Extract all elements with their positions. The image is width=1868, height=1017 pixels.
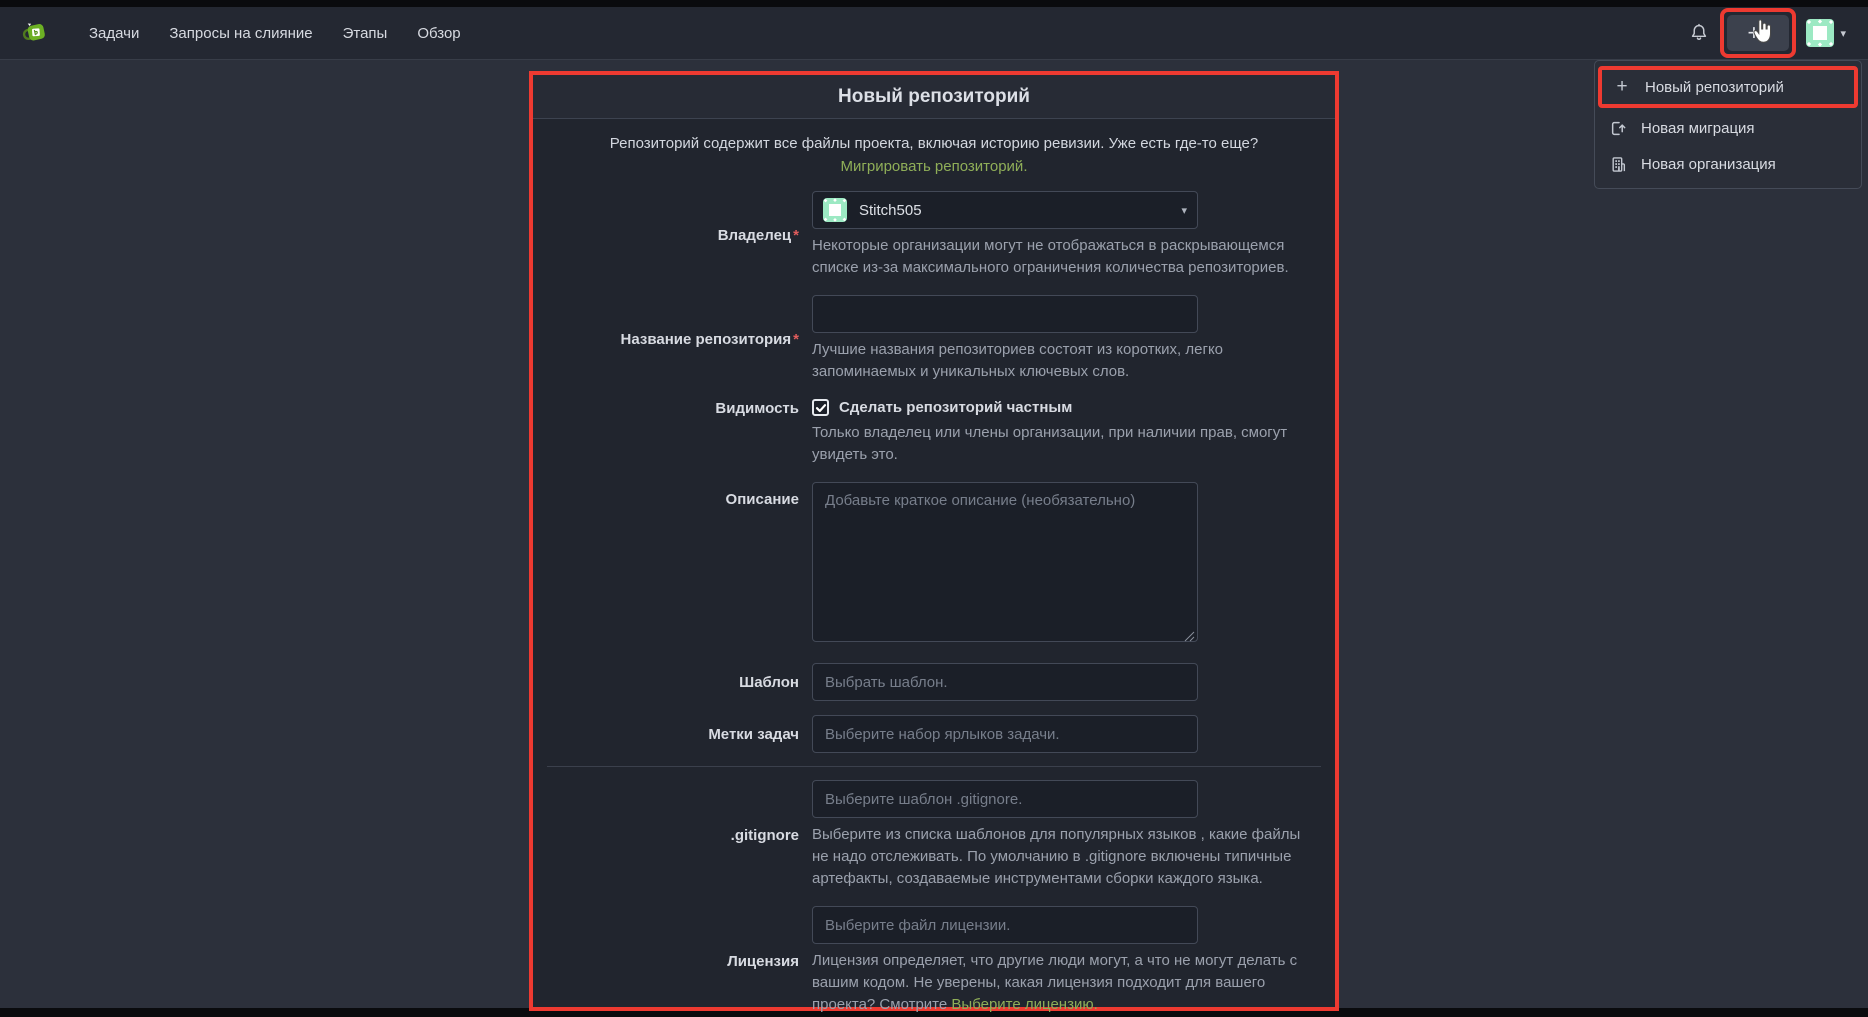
intro-text-static: Репозиторий содержит все файлы проекта, … <box>610 135 1258 152</box>
organization-icon <box>1609 155 1627 173</box>
new-repository-panel: Новый репозиторий Репозиторий содержит в… <box>533 75 1335 1007</box>
page-title: Новый репозиторий <box>838 86 1030 108</box>
annotation-box-form: Новый репозиторий Репозиторий содержит в… <box>529 71 1339 1011</box>
gitignore-input[interactable] <box>812 780 1198 818</box>
owner-avatar <box>823 198 847 222</box>
user-avatar[interactable] <box>1806 19 1834 47</box>
gitignore-help-text: Выберите из списка шаблонов для популярн… <box>812 824 1312 890</box>
annotation-box-plus-button: + ▾ <box>1720 8 1796 58</box>
menu-item-new-migration[interactable]: Новая миграция <box>1595 110 1861 146</box>
panel-body: Репозиторий содержит все файлы проекта, … <box>533 119 1335 1017</box>
repo-name-input[interactable] <box>812 295 1198 333</box>
required-asterisk: * <box>793 331 799 348</box>
description-label: Описание <box>547 482 812 508</box>
template-input[interactable] <box>812 663 1198 701</box>
license-input[interactable] <box>812 906 1198 944</box>
owner-row: Владелец* <box>533 191 1335 279</box>
nav-item-issues[interactable]: Задачи <box>74 7 154 60</box>
nav-item-milestones[interactable]: Этапы <box>328 7 403 60</box>
section-divider <box>547 766 1321 767</box>
annotation-box-menu-item: + Новый репозиторий <box>1598 66 1858 108</box>
menu-item-label: Новая организация <box>1641 156 1776 173</box>
gitea-logo-icon[interactable] <box>20 18 50 48</box>
gitignore-row: .gitignore Выберите из списка шаблонов д… <box>533 780 1335 890</box>
navbar: Задачи Запросы на слияние Этапы Обзор + … <box>0 7 1868 60</box>
template-row: Шаблон <box>533 663 1335 701</box>
license-row: Лицензия Лицензия определяет, что другие… <box>533 906 1335 1016</box>
visibility-help-text: Только владелец или члены организации, п… <box>812 422 1312 466</box>
private-checkbox-label[interactable]: Сделать репозиторий частным <box>839 399 1072 416</box>
menu-item-new-repository[interactable]: + Новый репозиторий <box>1602 70 1854 104</box>
nav-item-explore[interactable]: Обзор <box>402 7 475 60</box>
notifications-bell-icon[interactable] <box>1688 22 1710 44</box>
template-label: Шаблон <box>547 674 812 691</box>
owner-label: Владелец* <box>547 227 812 244</box>
menu-item-label: Новая миграция <box>1641 120 1755 137</box>
menu-item-new-organization[interactable]: Новая организация <box>1595 146 1861 182</box>
choose-license-link[interactable]: Выберите лицензию. <box>951 996 1097 1013</box>
owner-help-text: Некоторые организации могут не отображат… <box>812 235 1312 279</box>
migration-icon <box>1609 119 1627 137</box>
navbar-right: + ▾ <box>1688 8 1848 58</box>
intro-text: Репозиторий содержит все файлы проекта, … <box>533 132 1335 178</box>
migrate-repository-link[interactable]: Мигрировать репозиторий. <box>841 158 1028 175</box>
gitignore-label: .gitignore <box>547 827 812 844</box>
license-help-text: Лицензия определяет, что другие люди мог… <box>812 950 1312 1016</box>
repo-name-label: Название репозитория* <box>547 331 812 348</box>
repo-name-row: Название репозитория* Лучшие названия ре… <box>533 295 1335 383</box>
menu-item-label: Новый репозиторий <box>1645 79 1784 96</box>
screen: Задачи Запросы на слияние Этапы Обзор + … <box>0 0 1868 1017</box>
repo-name-help-text: Лучшие названия репозиториев состоят из … <box>812 339 1312 383</box>
license-label: Лицензия <box>547 953 812 970</box>
issue-labels-label: Метки задач <box>547 726 812 743</box>
panel-header: Новый репозиторий <box>533 75 1335 119</box>
user-menu-caret-icon[interactable]: ▾ <box>1840 27 1846 40</box>
owner-select[interactable]: Stitch505 ▾ <box>812 191 1198 229</box>
visibility-label: Видимость <box>547 399 812 417</box>
create-new-dropdown-menu: + Новый репозиторий Новая миграция <box>1594 60 1862 189</box>
issue-labels-row: Метки задач <box>533 715 1335 753</box>
description-textarea[interactable] <box>812 482 1198 642</box>
private-checkbox[interactable] <box>812 399 829 416</box>
required-asterisk: * <box>793 227 799 244</box>
nav-item-pull-requests[interactable]: Запросы на слияние <box>154 7 327 60</box>
plus-icon: + <box>1613 78 1631 96</box>
issue-labels-input[interactable] <box>812 715 1198 753</box>
visibility-row: Видимость Сделать репозиторий частным То… <box>533 399 1335 466</box>
checkmark-icon <box>815 402 827 414</box>
dropdown-caret-icon: ▾ <box>1181 204 1187 217</box>
mouse-cursor-icon <box>1750 17 1776 45</box>
description-row: Описание <box>533 482 1335 647</box>
owner-select-value: Stitch505 <box>859 202 1181 219</box>
